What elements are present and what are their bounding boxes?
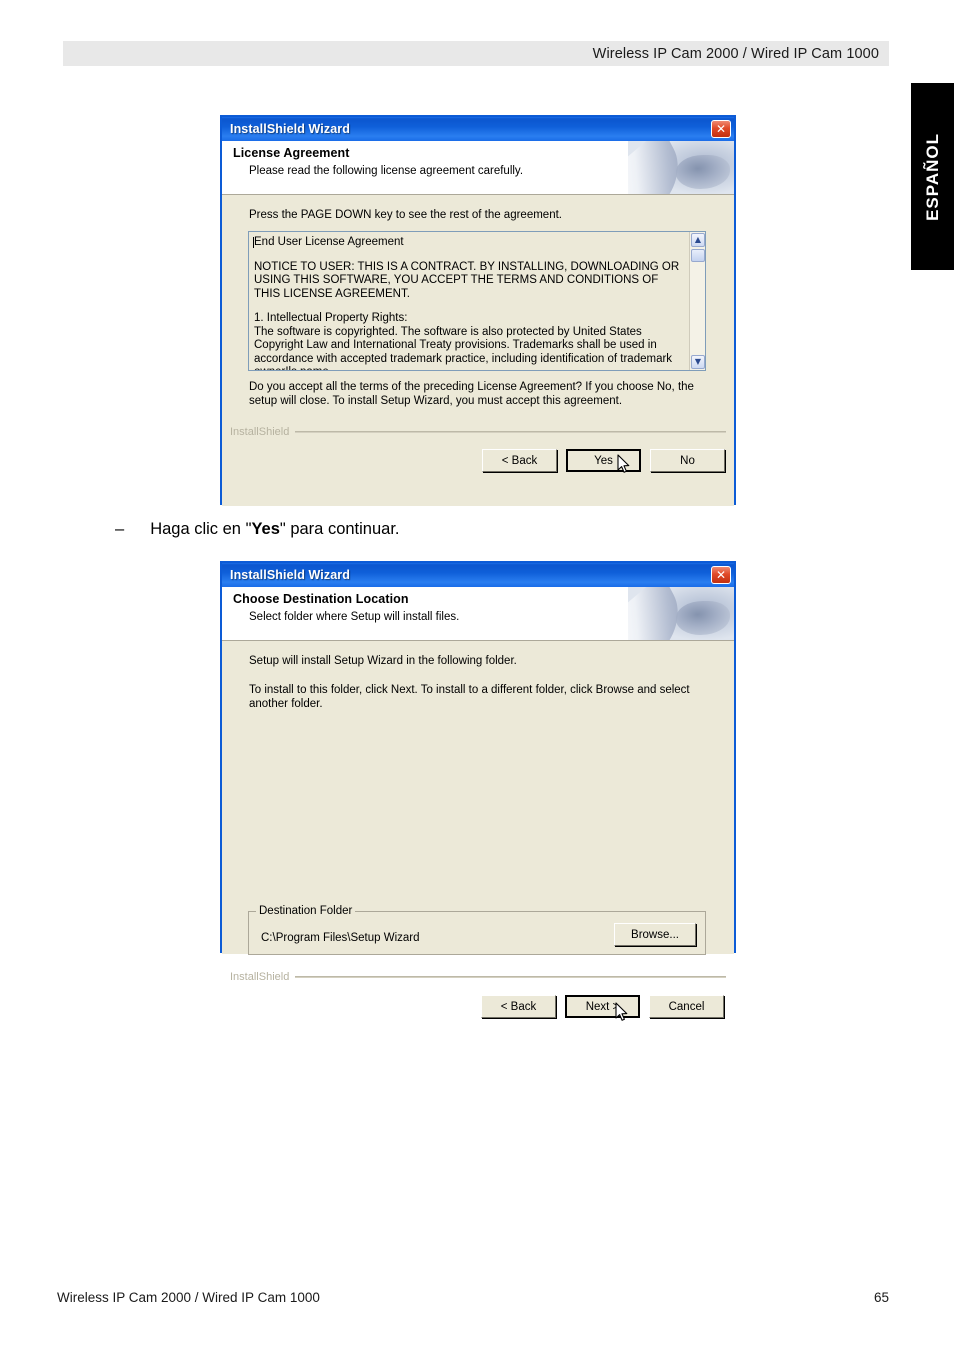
page-footer: Wireless IP Cam 2000 / Wired IP Cam 1000… bbox=[57, 1290, 889, 1305]
license-pagedown-instruction: Press the PAGE DOWN key to see the rest … bbox=[249, 209, 562, 221]
next-button[interactable]: Next > bbox=[565, 995, 640, 1018]
back-button[interactable]: < Back bbox=[481, 995, 556, 1018]
back-button[interactable]: < Back bbox=[482, 449, 557, 472]
license-text-scrollbox[interactable]: End User License Agreement NOTICE TO USE… bbox=[248, 231, 706, 371]
license-button-row: < Back Yes No bbox=[482, 449, 725, 472]
license-paragraph: End User License Agreement bbox=[254, 236, 404, 248]
license-scrollbar[interactable]: ▲ ▼ bbox=[689, 232, 705, 370]
installshield-destination-dialog: InstallShield Wizard ✕ Choose Destinatio… bbox=[220, 561, 736, 1021]
divider bbox=[295, 976, 726, 978]
license-paragraph: 1. Intellectual Property Rights: The sof… bbox=[254, 312, 673, 370]
destination-folder-group-label: Destination Folder bbox=[256, 905, 356, 917]
step-instruction: – Haga clic en "Yes" para continuar. bbox=[115, 520, 400, 539]
scroll-down-icon[interactable]: ▼ bbox=[691, 355, 705, 369]
close-icon[interactable]: ✕ bbox=[711, 120, 731, 138]
installshield-banner-artwork bbox=[628, 587, 734, 640]
step-suffix: " para continuar. bbox=[279, 520, 400, 538]
footer-page-number: 65 bbox=[873, 1290, 889, 1305]
page-header-band: Wireless IP Cam 2000 / Wired IP Cam 1000 bbox=[63, 41, 889, 66]
step-instruction-text: Haga clic en "Yes" para continuar. bbox=[150, 520, 399, 539]
scrollbar-thumb[interactable] bbox=[691, 249, 705, 262]
installshield-license-dialog: InstallShield Wizard ✕ License Agreement… bbox=[220, 115, 736, 506]
divider bbox=[295, 431, 726, 433]
installshield-brandmark: InstallShield bbox=[230, 971, 290, 983]
text-caret bbox=[253, 237, 254, 248]
license-banner-subtext: Please read the following license agreem… bbox=[249, 165, 524, 177]
license-banner-heading: License Agreement bbox=[233, 146, 350, 160]
step-prefix: Haga clic en " bbox=[150, 520, 252, 538]
bullet-dash: – bbox=[115, 520, 125, 538]
installshield-banner-artwork bbox=[628, 141, 734, 194]
footer-document-title: Wireless IP Cam 2000 / Wired IP Cam 1000 bbox=[57, 1290, 320, 1305]
yes-button[interactable]: Yes bbox=[566, 449, 641, 472]
license-accept-question: Do you accept all the terms of the prece… bbox=[249, 381, 694, 407]
installshield-brandline: InstallShield bbox=[230, 971, 726, 983]
license-dialog-banner: License Agreement Please read the follow… bbox=[222, 141, 734, 195]
license-dialog-titlebar[interactable]: InstallShield Wizard ✕ bbox=[222, 117, 734, 141]
license-dialog-title: InstallShield Wizard bbox=[230, 122, 350, 136]
close-icon[interactable]: ✕ bbox=[711, 566, 731, 584]
destination-line-2: To install to this folder, click Next. T… bbox=[249, 684, 690, 710]
destination-line-1: Setup will install Setup Wizard in the f… bbox=[249, 655, 517, 667]
license-paragraph: NOTICE TO USER: THIS IS A CONTRACT. BY I… bbox=[254, 260, 680, 300]
license-dialog-body: Press the PAGE DOWN key to see the rest … bbox=[222, 195, 734, 506]
destination-banner-heading: Choose Destination Location bbox=[233, 592, 409, 606]
page-header-title: Wireless IP Cam 2000 / Wired IP Cam 1000 bbox=[592, 45, 879, 62]
cancel-button[interactable]: Cancel bbox=[649, 995, 724, 1018]
browse-button[interactable]: Browse... bbox=[614, 923, 696, 946]
no-button[interactable]: No bbox=[650, 449, 725, 472]
destination-folder-path: C:\Program Files\Setup Wizard bbox=[261, 932, 420, 944]
destination-banner-subtext: Select folder where Setup will install f… bbox=[249, 611, 460, 623]
installshield-brandmark: InstallShield bbox=[230, 426, 290, 438]
destination-dialog-banner: Choose Destination Location Select folde… bbox=[222, 587, 734, 641]
destination-dialog-titlebar[interactable]: InstallShield Wizard ✕ bbox=[222, 563, 734, 587]
language-tab-espanol: ESPAÑOL bbox=[911, 83, 954, 270]
destination-dialog-body: Setup will install Setup Wizard in the f… bbox=[222, 641, 734, 1021]
destination-button-row: < Back Next > Cancel bbox=[481, 995, 724, 1018]
installshield-brandline: InstallShield bbox=[230, 426, 726, 438]
license-text-content: End User License Agreement NOTICE TO USE… bbox=[249, 232, 689, 370]
step-emphasis: Yes bbox=[251, 520, 280, 538]
destination-folder-group: Destination Folder C:\Program Files\Setu… bbox=[248, 905, 706, 955]
language-tab-label: ESPAÑOL bbox=[922, 132, 942, 221]
destination-dialog-title: InstallShield Wizard bbox=[230, 568, 350, 582]
scroll-up-icon[interactable]: ▲ bbox=[691, 233, 705, 247]
